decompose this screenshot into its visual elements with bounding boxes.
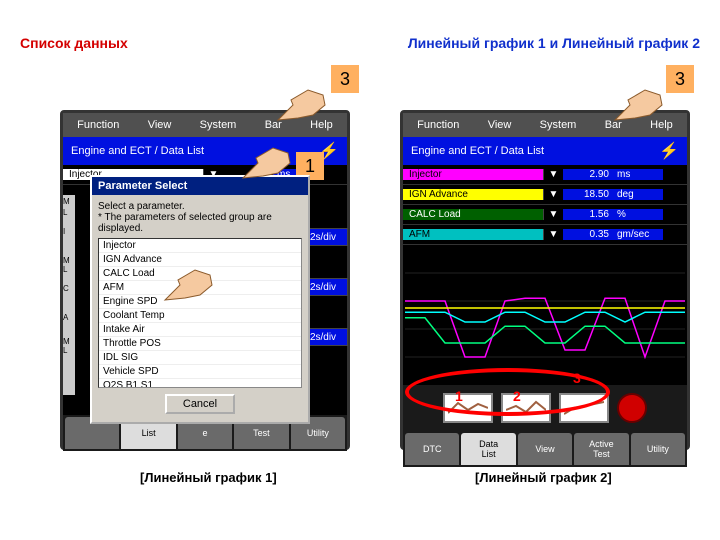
left-strip: MLI MLC AML bbox=[63, 195, 75, 395]
param-name: Injector bbox=[403, 169, 543, 180]
param-name: AFM bbox=[403, 229, 543, 240]
breadcrumb-text: Engine and ECT / Data List bbox=[71, 145, 204, 157]
hand-icon bbox=[160, 260, 220, 310]
title-right: Линейный график 1 и Линейный график 2 bbox=[408, 35, 700, 51]
param-row[interactable]: AFM ▼ 0.35 gm/sec bbox=[403, 225, 687, 245]
param-name: CALC Load bbox=[403, 209, 543, 220]
caption-left: [Линейный график 1] bbox=[140, 470, 277, 485]
menu-view[interactable]: View bbox=[488, 119, 512, 131]
tab-utility[interactable]: Utility bbox=[631, 433, 685, 465]
bottom-tabs: DTC Data List View Active Test Utility bbox=[403, 431, 687, 467]
list-item[interactable]: Throttle POS bbox=[99, 337, 301, 351]
hand-icon bbox=[238, 138, 298, 188]
param-value: 1.56 bbox=[563, 209, 613, 220]
mini-graph-3[interactable] bbox=[559, 393, 609, 423]
menu-function[interactable]: Function bbox=[77, 119, 119, 131]
dialog-instr1: Select a parameter. bbox=[98, 201, 302, 212]
graph-svg bbox=[403, 245, 687, 385]
menu-view[interactable]: View bbox=[148, 119, 172, 131]
line-graph bbox=[403, 245, 687, 385]
breadcrumb-text: Engine and ECT / Data List bbox=[411, 145, 544, 157]
record-button[interactable] bbox=[617, 393, 647, 423]
list-item[interactable]: Coolant Temp bbox=[99, 309, 301, 323]
mini-graph-2[interactable] bbox=[501, 393, 551, 423]
param-value: 18.50 bbox=[563, 189, 613, 200]
dropdown-icon[interactable]: ▼ bbox=[543, 229, 563, 240]
caption-right: [Линейный график 2] bbox=[475, 470, 612, 485]
mini-num-2: 2 bbox=[513, 388, 521, 404]
mini-graph-1[interactable] bbox=[443, 393, 493, 423]
param-row[interactable]: IGN Advance ▼ 18.50 deg bbox=[403, 185, 687, 205]
breadcrumb: Engine and ECT / Data List ⚡ bbox=[403, 137, 687, 165]
cancel-button[interactable]: Cancel bbox=[165, 394, 235, 414]
mini-graphs bbox=[403, 385, 687, 431]
param-unit: ms bbox=[613, 169, 663, 180]
tab-dtc[interactable]: DTC bbox=[405, 433, 459, 465]
list-item[interactable]: IDL SIG bbox=[99, 351, 301, 365]
device-right: Function View System Bar Help Engine and… bbox=[400, 110, 690, 450]
list-item[interactable]: Injector bbox=[99, 239, 301, 253]
menu-function[interactable]: Function bbox=[417, 119, 459, 131]
param-name: IGN Advance bbox=[403, 189, 543, 200]
param-unit: gm/sec bbox=[613, 229, 663, 240]
hand-icon bbox=[273, 80, 333, 130]
param-row[interactable]: Injector ▼ 2.90 ms bbox=[403, 165, 687, 185]
tab-view[interactable]: View bbox=[518, 433, 572, 465]
menu-system[interactable]: System bbox=[540, 119, 577, 131]
param-table-right: Injector ▼ 2.90 ms IGN Advance ▼ 18.50 d… bbox=[403, 165, 687, 245]
tab-datalist[interactable]: Data List bbox=[461, 433, 515, 465]
dropdown-icon[interactable]: ▼ bbox=[543, 209, 563, 220]
hand-icon bbox=[610, 80, 670, 130]
mini-num-3: 3 bbox=[573, 370, 581, 386]
tab-active[interactable]: Active Test bbox=[574, 433, 628, 465]
lightning-icon: ⚡ bbox=[659, 141, 679, 161]
badge-3-left: 3 bbox=[331, 65, 359, 93]
param-row[interactable]: CALC Load ▼ 1.56 % bbox=[403, 205, 687, 225]
menu-system[interactable]: System bbox=[200, 119, 237, 131]
dialog-instr2: * The parameters of selected group are d… bbox=[98, 212, 302, 234]
dropdown-icon[interactable]: ▼ bbox=[543, 169, 563, 180]
param-value: 0.35 bbox=[563, 229, 613, 240]
param-value: 2.90 bbox=[563, 169, 613, 180]
list-item[interactable]: Vehicle SPD bbox=[99, 365, 301, 379]
list-item[interactable]: Intake Air bbox=[99, 323, 301, 337]
list-item[interactable]: O2S B1 S1 bbox=[99, 379, 301, 388]
param-unit: deg bbox=[613, 189, 663, 200]
param-unit: % bbox=[613, 209, 663, 220]
badge-3-right: 3 bbox=[666, 65, 694, 93]
mini-num-1: 1 bbox=[455, 388, 463, 404]
dropdown-icon[interactable]: ▼ bbox=[543, 189, 563, 200]
title-left: Список данных bbox=[20, 35, 128, 51]
